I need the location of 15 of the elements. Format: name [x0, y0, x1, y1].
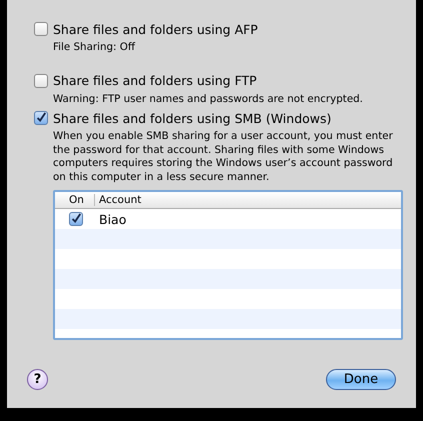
option-note: File Sharing: Off: [53, 41, 136, 54]
option-label: Share files and folders using SMB (Windows): [53, 110, 332, 126]
checkbox[interactable]: [34, 111, 48, 125]
checkbox[interactable]: [34, 22, 48, 36]
option-note: Warning: FTP user names and passwords are not encrypted.: [53, 92, 364, 106]
checkbox[interactable]: [69, 212, 83, 226]
option-label: Share files and folders using AFP: [53, 22, 258, 36]
column-header[interactable]: On: [55, 194, 95, 206]
account-name: Biao: [98, 212, 126, 226]
done-button[interactable]: Done: [326, 369, 396, 390]
checkbox[interactable]: [34, 74, 48, 88]
option-note: When you enable SMB sharing for a user account, you must enter the password for that account. Sharing files with some Windows computers requires storing the Windows user’s account password on this computer in a less secure manner.: [53, 130, 393, 184]
option-label: Share files and folders using FTP: [53, 73, 257, 88]
help-button[interactable]: ?: [27, 369, 48, 390]
column-header[interactable]: Account: [95, 194, 142, 206]
